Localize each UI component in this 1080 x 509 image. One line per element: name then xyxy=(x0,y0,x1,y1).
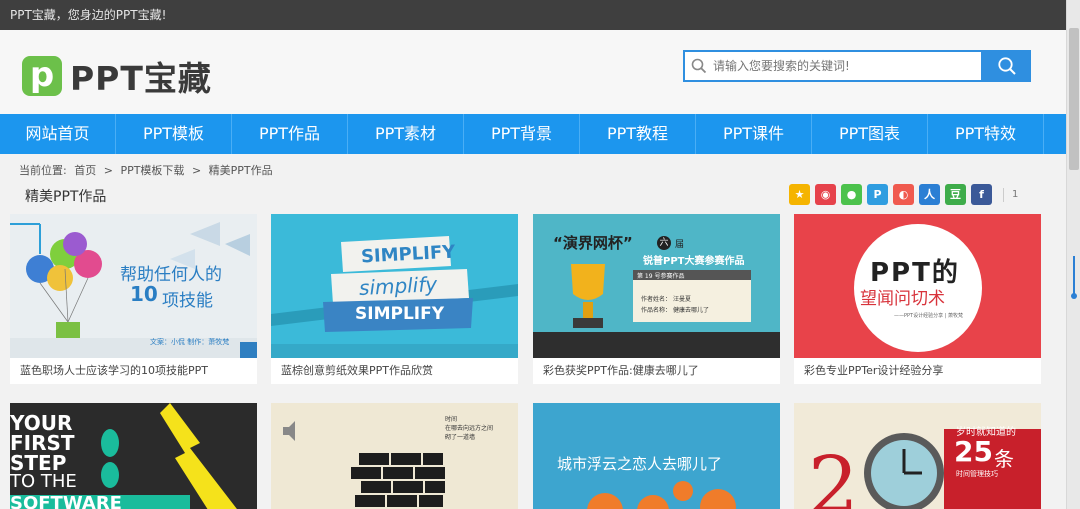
nav-item-ppt-works[interactable]: PPT作品 xyxy=(232,114,348,154)
search-button[interactable] xyxy=(983,50,1031,82)
card-thumb-title2: 项技能 xyxy=(162,291,213,311)
nav-item-ppt-charts[interactable]: PPT图表 xyxy=(812,114,928,154)
card-thumb-number: 25 xyxy=(954,435,993,468)
breadcrumb: 当前位置: 首页 > PPT模板下载 > 精美PPT作品 xyxy=(19,162,277,178)
qq-icon[interactable]: ◐ xyxy=(893,184,914,205)
card-thumb-title2: 望闻问切术 xyxy=(860,289,945,309)
card-thumb-author: 汪曼夏 xyxy=(673,296,692,303)
scrollbar-thumb[interactable] xyxy=(1069,28,1079,170)
section-title: 精美PPT作品 xyxy=(25,189,107,205)
nav-item-ppt-effects[interactable]: PPT特效 xyxy=(928,114,1044,154)
card-thumb-title: “演界网杯” xyxy=(553,234,633,252)
card-thumb-word2: simplify xyxy=(358,271,438,301)
card-thumb-text: 时间 在哪去向远方之间 砌了一道墙 xyxy=(445,416,494,441)
nav-item-ppt-tutorials[interactable]: PPT教程 xyxy=(580,114,696,154)
logo-text: PPT宝藏 xyxy=(70,59,212,98)
ppt-card[interactable]: “演界网杯” 六 届 锐普PPT大赛参赛作品 第 19 号参赛作品 作者姓名： … xyxy=(533,214,780,384)
douban-icon[interactable]: 豆 xyxy=(945,184,966,205)
card-thumb-line2: 锐普PPT大赛参赛作品 xyxy=(643,256,745,267)
breadcrumb-separator: > xyxy=(103,164,113,177)
card-thumb-line: FIRST xyxy=(10,431,75,455)
search-box[interactable] xyxy=(683,50,983,82)
ppt-card[interactable]: 2 岁时就知道的 25 条 时间管理技巧 xyxy=(794,403,1041,509)
nav-item-home[interactable]: 网站首页 xyxy=(0,114,116,154)
share-count: 1 xyxy=(1012,189,1019,200)
card-thumb-line: YOUR xyxy=(10,411,73,435)
renren-icon[interactable]: 人 xyxy=(919,184,940,205)
breadcrumb-templates[interactable]: PPT模板下载 xyxy=(120,164,184,177)
page-scrollbar[interactable] xyxy=(1066,0,1080,509)
logo-mark-icon: p xyxy=(22,56,62,96)
card-caption[interactable]: 彩色专业PPTer设计经验分享 xyxy=(794,358,1041,384)
ppt-card[interactable]: PPT的 望闻问切术 ——PPT设计经验分享 | 萧牧梵 彩色专业PPTer设计… xyxy=(794,214,1041,384)
card-thumb-sub: ——PPT设计经验分享 | 萧牧梵 xyxy=(894,313,963,319)
nav-item-ppt-backgrounds[interactable]: PPT背景 xyxy=(464,114,580,154)
card-thumbnail[interactable]: 帮助任何人的 10 项技能 文案：小侃 制作：萧牧梵 xyxy=(10,214,257,358)
wechat-icon[interactable]: ● xyxy=(841,184,862,205)
ppt-card[interactable]: 城市浮云之恋人去哪儿了 xyxy=(533,403,780,509)
card-caption[interactable]: 彩色获奖PPT作品:健康去哪儿了 xyxy=(533,358,780,384)
share-divider xyxy=(1003,187,1004,202)
breadcrumb-current[interactable]: 精美PPT作品 xyxy=(209,164,273,177)
facebook-icon[interactable]: f xyxy=(971,184,992,205)
search-input[interactable] xyxy=(713,59,973,73)
ppt-card[interactable]: SIMPLIFY simplify SIMPLIFY 蓝棕创意剪纸效果PPT作品… xyxy=(271,214,518,384)
card-caption[interactable]: 蓝棕创意剪纸效果PPT作品欣赏 xyxy=(271,358,518,384)
card-thumb-sub: 时间管理技巧 xyxy=(956,470,998,478)
nav-item-ppt-templates[interactable]: PPT模板 xyxy=(116,114,232,154)
card-thumb-badge: 六 xyxy=(657,236,671,250)
card-thumb-work-label: 作品名称： xyxy=(641,307,672,314)
slider-handle-icon[interactable] xyxy=(1071,256,1077,302)
card-thumb-number: 10 xyxy=(130,282,158,306)
main-nav: 网站首页 PPT模板 PPT作品 PPT素材 PPT背景 PPT教程 PPT课件… xyxy=(0,114,1066,154)
card-thumb-number: 第 19 号参赛作品 xyxy=(637,273,685,280)
share-bar: ★ ◉ ● P ◐ 人 豆 f 1 xyxy=(789,184,1018,205)
qzone-icon[interactable]: ★ xyxy=(789,184,810,205)
card-thumbnail[interactable]: PPT的 望闻问切术 ——PPT设计经验分享 | 萧牧梵 xyxy=(794,214,1041,358)
weibo-icon[interactable]: ◉ xyxy=(815,184,836,205)
card-thumb-word3: SIMPLIFY xyxy=(355,304,445,324)
card-thumb-line: STEP xyxy=(10,451,67,475)
breadcrumb-home[interactable]: 首页 xyxy=(74,164,96,177)
search-icon xyxy=(998,57,1016,75)
breadcrumb-separator: > xyxy=(191,164,202,177)
card-thumb-work: 健康去哪儿了 xyxy=(673,307,710,314)
svg-text:2: 2 xyxy=(808,439,859,509)
ppt-card[interactable]: 帮助任何人的 10 项技能 文案：小侃 制作：萧牧梵 蓝色职场人士应该学习的10… xyxy=(10,214,257,384)
ppt-card[interactable]: YOUR FIRST STEP TO THE SOFTWARE xyxy=(10,403,257,509)
nav-item-ppt-materials[interactable]: PPT素材 xyxy=(348,114,464,154)
card-thumbnail[interactable]: “演界网杯” 六 届 锐普PPT大赛参赛作品 第 19 号参赛作品 作者姓名： … xyxy=(533,214,780,358)
card-thumb-line: SOFTWARE xyxy=(10,493,122,509)
breadcrumb-label: 当前位置: xyxy=(19,164,67,177)
search-bar xyxy=(683,50,1031,82)
card-thumbnail[interactable]: SIMPLIFY simplify SIMPLIFY xyxy=(271,214,518,358)
nav-item-ppt-courseware[interactable]: PPT课件 xyxy=(696,114,812,154)
site-logo[interactable]: p PPT宝藏 xyxy=(22,52,212,100)
top-announcement-text: PPT宝藏，您身边的PPT宝藏! xyxy=(10,8,167,22)
card-caption[interactable]: 蓝色职场人士应该学习的10项技能PPT xyxy=(10,358,257,384)
top-announcement-bar: PPT宝藏，您身边的PPT宝藏! xyxy=(0,0,1066,30)
pinterest-icon[interactable]: P xyxy=(867,184,888,205)
card-thumb-text: 城市浮云之恋人去哪儿了 xyxy=(557,455,723,473)
ppt-card[interactable]: 时间 在哪去向远方之间 砌了一道墙 xyxy=(271,403,518,509)
card-thumb-sub: 届 xyxy=(675,240,685,250)
site-header: p PPT宝藏 xyxy=(0,30,1066,114)
card-thumb-line: TO THE xyxy=(10,471,77,492)
card-thumb-author-label: 作者姓名： xyxy=(641,296,672,303)
card-thumb-unit: 条 xyxy=(994,447,1014,471)
card-thumb-credit: 文案：小侃 制作：萧牧梵 xyxy=(150,338,230,346)
search-icon xyxy=(691,58,707,74)
